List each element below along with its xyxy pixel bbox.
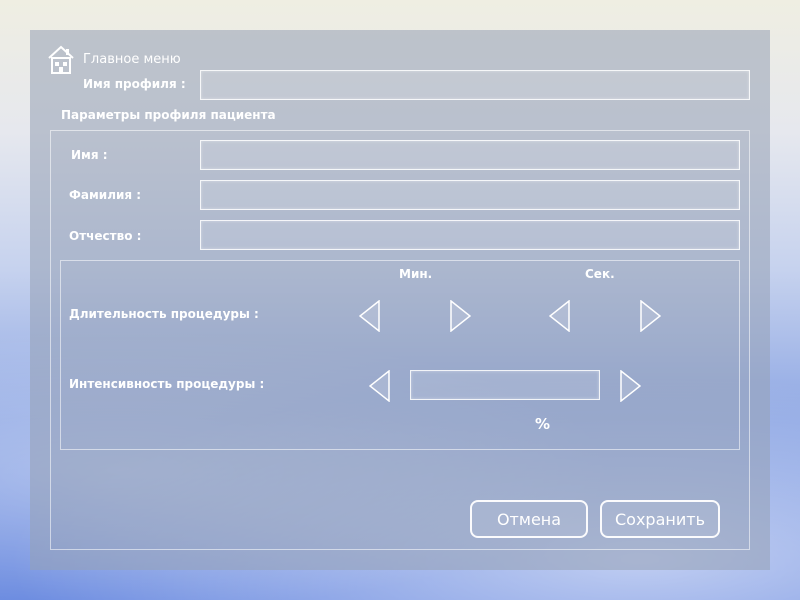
percent-label: % [535, 415, 551, 433]
minutes-increase-arrow-icon[interactable] [449, 299, 472, 333]
cancel-button[interactable]: Отмена [470, 500, 588, 538]
profile-editor-panel: Главное меню Имя профиля : Параметры про… [30, 30, 770, 570]
first-name-input[interactable] [200, 140, 740, 170]
procedure-params-group [60, 260, 740, 450]
first-name-label: Имя : [71, 148, 108, 162]
intensity-input[interactable] [410, 370, 600, 400]
profile-name-label: Имя профиля : [83, 77, 186, 91]
duration-label: Длительность процедуры : [69, 307, 259, 321]
patronymic-input[interactable] [200, 220, 740, 250]
save-button[interactable]: Сохранить [600, 500, 720, 538]
patient-section-title: Параметры профиля пациента [61, 108, 276, 122]
patronymic-label: Отчество : [69, 229, 142, 243]
home-icon[interactable] [47, 44, 75, 76]
minutes-header: Мин. [399, 267, 433, 281]
intensity-increase-arrow-icon[interactable] [619, 369, 642, 403]
minutes-decrease-arrow-icon[interactable] [358, 299, 381, 333]
last-name-input[interactable] [200, 180, 740, 210]
seconds-increase-arrow-icon[interactable] [639, 299, 662, 333]
profile-name-input[interactable] [200, 70, 750, 100]
main-menu-link[interactable]: Главное меню [83, 52, 181, 67]
intensity-label: Интенсивность процедуры : [69, 377, 265, 391]
last-name-label: Фамилия : [69, 188, 142, 202]
seconds-decrease-arrow-icon[interactable] [548, 299, 571, 333]
intensity-decrease-arrow-icon[interactable] [368, 369, 391, 403]
seconds-header: Сек. [585, 267, 615, 281]
